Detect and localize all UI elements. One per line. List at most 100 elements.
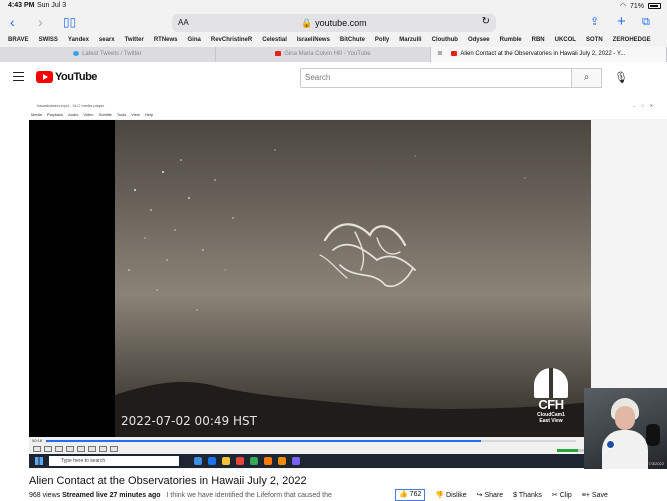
vlc-menu-item[interactable]: Help xyxy=(145,111,153,119)
folder-icon[interactable] xyxy=(222,457,230,465)
app-icon[interactable] xyxy=(292,457,300,465)
clip-button[interactable]: ✂ Clip xyxy=(552,491,572,499)
share-button[interactable]: ↪ Share xyxy=(477,491,504,499)
host-face xyxy=(615,406,635,430)
taskbar-apps xyxy=(194,457,300,465)
address-bar[interactable]: AA 🔒 youtube.com ↻ xyxy=(172,14,496,32)
taskbar-search[interactable]: Type here to search xyxy=(49,456,179,466)
bookmark-item[interactable]: UKCOL xyxy=(555,34,586,47)
search-input[interactable]: Search xyxy=(300,68,572,88)
shuffle-button[interactable] xyxy=(110,446,118,452)
like-button[interactable]: 👍 762 xyxy=(395,489,426,501)
bookmarks-book-icon[interactable]: ▯▯ xyxy=(63,14,76,30)
bookmark-item[interactable]: ZEROHEDGE xyxy=(613,34,661,47)
streamed-time: Streamed live 27 minutes ago xyxy=(62,492,161,499)
bookmark-item[interactable]: Gina xyxy=(188,34,211,47)
bookmark-item[interactable]: BRAVE xyxy=(8,34,39,47)
tab-label: Gina Maria Colvin Hill - YouTube xyxy=(284,51,371,57)
bookmark-item[interactable]: searx xyxy=(99,34,125,47)
bookmark-item[interactable]: Marzulli xyxy=(399,34,431,47)
description-snippet[interactable]: I think we have identified the Lifeform … xyxy=(166,492,331,499)
thanks-icon: $ xyxy=(513,491,518,499)
vlc-menu-item[interactable]: View xyxy=(131,111,140,119)
windows-taskbar: Type here to search xyxy=(29,454,591,468)
playlist-button[interactable] xyxy=(88,446,96,452)
thanks-button[interactable]: $ Thanks xyxy=(513,492,542,499)
seek-bar[interactable] xyxy=(46,440,576,442)
windows-start-icon[interactable] xyxy=(35,457,43,465)
vlc-window-title: hawaiiobserv.mp4 - VLC media player xyxy=(37,103,105,108)
vlc-controls xyxy=(29,445,591,454)
firefox-icon[interactable] xyxy=(264,457,272,465)
pause-button[interactable] xyxy=(33,446,41,452)
bookmark-item[interactable]: Twitter xyxy=(125,34,154,47)
save-button[interactable]: ≡+ Save xyxy=(582,492,608,499)
store-icon[interactable] xyxy=(236,457,244,465)
fullscreen-button[interactable] xyxy=(77,446,85,452)
bookmark-item[interactable]: SOTN xyxy=(586,34,613,47)
bookmark-item[interactable]: RevChristineR xyxy=(211,34,262,47)
address-url: 🔒 youtube.com xyxy=(301,18,367,28)
glowing-cloud xyxy=(319,223,416,287)
bookmark-item[interactable]: RBN xyxy=(532,34,555,47)
vlc-icon[interactable] xyxy=(278,457,286,465)
tab-strip: Latest Tweets / Twitter Gina Maria Colvi… xyxy=(0,47,667,62)
video-frame[interactable]: 2022-07-02 00:49 HST CFH CloudCam1 East … xyxy=(29,120,591,437)
status-right: ◠ 71% xyxy=(620,2,661,10)
new-tab-icon[interactable]: + xyxy=(617,14,626,30)
next-button[interactable] xyxy=(66,446,74,452)
youtube-logo[interactable]: YouTube xyxy=(36,71,97,83)
search-button[interactable]: ⌕ xyxy=(572,68,602,88)
share-icon[interactable]: ⇪ xyxy=(590,14,599,30)
volume-slider[interactable] xyxy=(557,449,587,452)
bookmark-item[interactable]: IsraeliNews xyxy=(297,34,340,47)
stop-button[interactable] xyxy=(55,446,63,452)
reload-icon[interactable]: ↻ xyxy=(482,16,490,27)
edge-icon[interactable] xyxy=(208,457,216,465)
search-placeholder: Search xyxy=(305,73,331,82)
vlc-menu-item[interactable]: Subtitle xyxy=(99,111,112,119)
tab-gina-youtube[interactable]: Gina Maria Colvin Hill - YouTube xyxy=(216,47,432,62)
menu-icon[interactable] xyxy=(13,72,24,81)
cfh-brand: CFH xyxy=(538,397,564,412)
stars xyxy=(128,149,526,311)
cfh-logo: CFH CloudCam1 East View xyxy=(526,368,576,424)
bookmark-item[interactable]: Clouthub xyxy=(432,34,468,47)
bookmark-item[interactable]: Yandex xyxy=(68,34,99,47)
youtube-icon xyxy=(275,50,282,56)
bookmark-item[interactable]: Celestial xyxy=(262,34,297,47)
tabs-overview-icon[interactable]: ⧉ xyxy=(642,14,650,30)
bookmark-item[interactable]: Polly xyxy=(375,34,399,47)
prev-button[interactable] xyxy=(44,446,52,452)
taskview-icon[interactable] xyxy=(194,457,202,465)
view-count: 968 views xyxy=(29,492,61,499)
vlc-title-bar: hawaiiobserv.mp4 - VLC media player –□✕ xyxy=(29,101,667,111)
bookmark-item[interactable]: RTNews xyxy=(154,34,188,47)
forward-icon[interactable]: › xyxy=(38,14,43,30)
vlc-window: hawaiiobserv.mp4 - VLC media player –□✕ … xyxy=(29,101,667,469)
tab-twitter[interactable]: Latest Tweets / Twitter xyxy=(0,47,216,62)
vlc-menu-item[interactable]: Playback xyxy=(47,111,63,119)
vlc-menu-item[interactable]: Tools xyxy=(117,111,126,119)
chrome-icon[interactable] xyxy=(250,457,258,465)
close-tab-icon[interactable]: ⊠ xyxy=(437,47,442,62)
seek-progress xyxy=(46,440,481,442)
bookmark-item[interactable]: Rumble xyxy=(500,34,532,47)
voice-search-icon[interactable]: 🎙 xyxy=(614,71,628,84)
tab-alien-contact[interactable]: ⊠ Alien Contact at the Observatories in … xyxy=(431,47,667,62)
battery-percent: 71% xyxy=(629,2,644,10)
vlc-menu-item[interactable]: Media xyxy=(31,111,42,119)
share-arrow-icon: ↪ xyxy=(476,492,483,499)
cam-view: East View xyxy=(539,418,563,424)
dislike-button[interactable]: 👎 Dislike xyxy=(435,491,466,499)
night-sky-scene xyxy=(115,120,591,437)
thumbs-down-icon: 👎 xyxy=(435,492,445,499)
bookmark-item[interactable]: Odysee xyxy=(468,34,500,47)
vlc-menu-item[interactable]: Audio xyxy=(68,111,78,119)
bookmark-item[interactable]: SWISS xyxy=(39,34,68,47)
back-icon[interactable]: ‹ xyxy=(10,14,15,30)
vlc-menu-item[interactable]: Video xyxy=(83,111,93,119)
window-controls[interactable]: –□✕ xyxy=(633,101,659,111)
loop-button[interactable] xyxy=(99,446,107,452)
bookmark-item[interactable]: BitChute xyxy=(340,34,375,47)
